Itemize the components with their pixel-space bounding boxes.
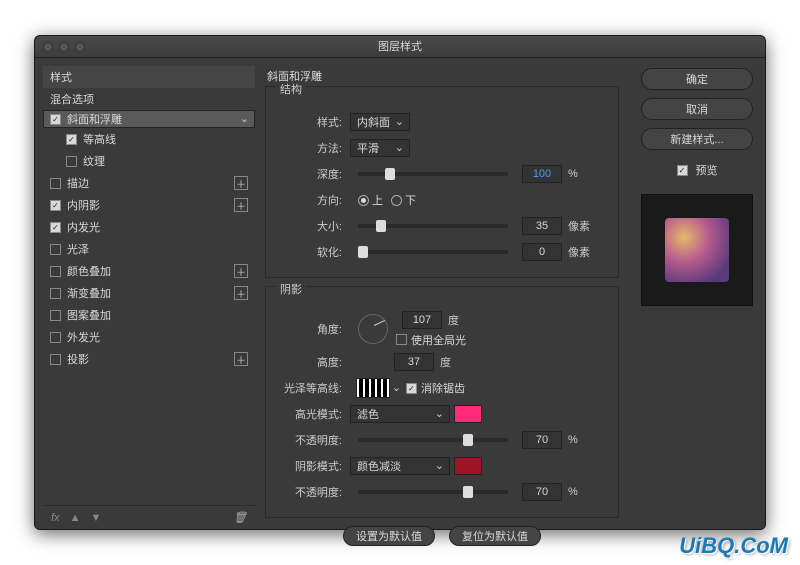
sidebar-item-0[interactable]: ✓ 斜面和浮雕 xyxy=(43,110,255,128)
arrow-down-icon[interactable]: ▼ xyxy=(90,512,101,524)
sidebar-item-1[interactable]: ✓ 等高线 xyxy=(43,128,255,150)
effect-checkbox[interactable]: ✓ xyxy=(66,134,77,145)
effect-checkbox[interactable] xyxy=(66,156,77,167)
effect-label: 图案叠加 xyxy=(67,307,111,323)
panel-heading: 斜面和浮雕 xyxy=(267,68,619,84)
sidebar-item-11[interactable]: 投影 ＋ xyxy=(43,348,255,370)
shadow-opacity-input[interactable]: 70 xyxy=(522,483,562,501)
effect-label: 外发光 xyxy=(67,329,100,345)
gloss-contour-picker[interactable] xyxy=(356,378,390,398)
effect-label: 描边 xyxy=(67,175,89,191)
add-effect-icon[interactable]: ＋ xyxy=(234,286,248,300)
sidebar-item-4[interactable]: ✓ 内阴影 ＋ xyxy=(43,194,255,216)
effect-label: 内发光 xyxy=(67,219,100,235)
highlight-mode-select[interactable]: 滤色 xyxy=(350,405,450,423)
sidebar-item-8[interactable]: 渐变叠加 ＋ xyxy=(43,282,255,304)
settings-panel: 斜面和浮雕 结构 样式:内斜面 方法:平滑 深度:100% 方向:上下 大小:3… xyxy=(255,58,629,529)
dialog-window: 图层样式 样式 混合选项 ✓ 斜面和浮雕 ✓ 等高线纹理描边 ＋ ✓ 内阴影 ＋ ✓ 内发光光泽颜… xyxy=(34,35,766,530)
effect-checkbox[interactable] xyxy=(50,354,61,365)
window-title: 图层样式 xyxy=(378,41,422,53)
effect-checkbox[interactable]: ✓ xyxy=(50,114,61,125)
preview-thumbnail xyxy=(665,218,729,282)
style-select[interactable]: 内斜面 xyxy=(350,113,410,131)
cancel-button[interactable]: 取消 xyxy=(641,98,753,120)
fx-menu-icon[interactable]: fx xyxy=(51,512,60,524)
preview-checkbox[interactable]: ✓ xyxy=(677,165,688,176)
sidebar-item-7[interactable]: 颜色叠加 ＋ xyxy=(43,260,255,282)
soften-slider[interactable] xyxy=(358,250,508,254)
ok-button[interactable]: 确定 xyxy=(641,68,753,90)
titlebar: 图层样式 xyxy=(35,36,765,58)
sidebar-item-3[interactable]: 描边 ＋ xyxy=(43,172,255,194)
highlight-color-swatch[interactable] xyxy=(454,405,482,423)
effect-label: 投影 xyxy=(67,351,89,367)
styles-sidebar: 样式 混合选项 ✓斜面和浮雕✓等高线纹理描边＋✓内阴影＋✓内发光光泽颜色叠加＋渐… xyxy=(35,58,255,529)
sidebar-blend-options[interactable]: 混合选项 xyxy=(43,88,255,110)
highlight-opacity-slider[interactable] xyxy=(358,438,508,442)
add-effect-icon[interactable]: ＋ xyxy=(234,264,248,278)
effect-checkbox[interactable] xyxy=(50,266,61,277)
new-style-button[interactable]: 新建样式... xyxy=(641,128,753,150)
add-effect-icon[interactable]: ＋ xyxy=(234,176,248,190)
size-input[interactable]: 35 xyxy=(522,217,562,235)
effect-label: 渐变叠加 xyxy=(67,285,111,301)
right-column: 确定 取消 新建样式... ✓预览 xyxy=(629,58,765,529)
effect-label: 纹理 xyxy=(83,153,105,169)
depth-input[interactable]: 100 xyxy=(522,165,562,183)
sidebar-item-10[interactable]: 外发光 xyxy=(43,326,255,348)
effect-checkbox[interactable] xyxy=(50,288,61,299)
sidebar-item-6[interactable]: 光泽 xyxy=(43,238,255,260)
shadow-mode-select[interactable]: 颜色减淡 xyxy=(350,457,450,475)
highlight-opacity-input[interactable]: 70 xyxy=(522,431,562,449)
effect-checkbox[interactable] xyxy=(50,310,61,321)
effect-label: 斜面和浮雕 xyxy=(67,111,122,127)
sidebar-styles[interactable]: 样式 xyxy=(43,66,255,88)
global-light-checkbox[interactable] xyxy=(396,334,407,345)
effect-checkbox[interactable] xyxy=(50,332,61,343)
effect-label: 等高线 xyxy=(83,131,116,147)
sidebar-footer: fx ▲ ▼ 🗑 xyxy=(43,505,255,529)
add-effect-icon[interactable]: ＋ xyxy=(234,198,248,212)
effect-label: 光泽 xyxy=(67,241,89,257)
sidebar-item-9[interactable]: 图案叠加 xyxy=(43,304,255,326)
antialias-checkbox[interactable]: ✓ xyxy=(406,383,417,394)
shading-group: 阴影 角度: 107度 使用全局光 高度:37度 光泽等高线:✓消除锯齿 高光模… xyxy=(265,286,619,518)
add-effect-icon[interactable]: ＋ xyxy=(234,352,248,366)
preview-box xyxy=(641,194,753,306)
direction-down-radio[interactable] xyxy=(391,195,402,206)
window-controls[interactable] xyxy=(43,42,85,52)
effect-label: 颜色叠加 xyxy=(67,263,111,279)
sidebar-item-5[interactable]: ✓ 内发光 xyxy=(43,216,255,238)
make-default-button[interactable]: 设置为默认值 xyxy=(343,526,435,546)
effect-checkbox[interactable]: ✓ xyxy=(50,200,61,211)
effect-checkbox[interactable] xyxy=(50,244,61,255)
direction-up-radio[interactable] xyxy=(358,195,369,206)
reset-default-button[interactable]: 复位为默认值 xyxy=(449,526,541,546)
structure-group: 结构 样式:内斜面 方法:平滑 深度:100% 方向:上下 大小:35像素 软化… xyxy=(265,86,619,278)
angle-dial[interactable] xyxy=(358,314,388,344)
effect-label: 内阴影 xyxy=(67,197,100,213)
shadow-opacity-slider[interactable] xyxy=(358,490,508,494)
size-slider[interactable] xyxy=(358,224,508,228)
trash-icon[interactable]: 🗑 xyxy=(233,511,247,524)
altitude-input[interactable]: 37 xyxy=(394,353,434,371)
angle-input[interactable]: 107 xyxy=(402,311,442,329)
soften-input[interactable]: 0 xyxy=(522,243,562,261)
watermark: UiBQ.CoM xyxy=(679,533,788,559)
arrow-up-icon[interactable]: ▲ xyxy=(70,512,81,524)
sidebar-item-2[interactable]: 纹理 xyxy=(43,150,255,172)
effect-checkbox[interactable]: ✓ xyxy=(50,222,61,233)
shadow-color-swatch[interactable] xyxy=(454,457,482,475)
depth-slider[interactable] xyxy=(358,172,508,176)
effect-checkbox[interactable] xyxy=(50,178,61,189)
technique-select[interactable]: 平滑 xyxy=(350,139,410,157)
